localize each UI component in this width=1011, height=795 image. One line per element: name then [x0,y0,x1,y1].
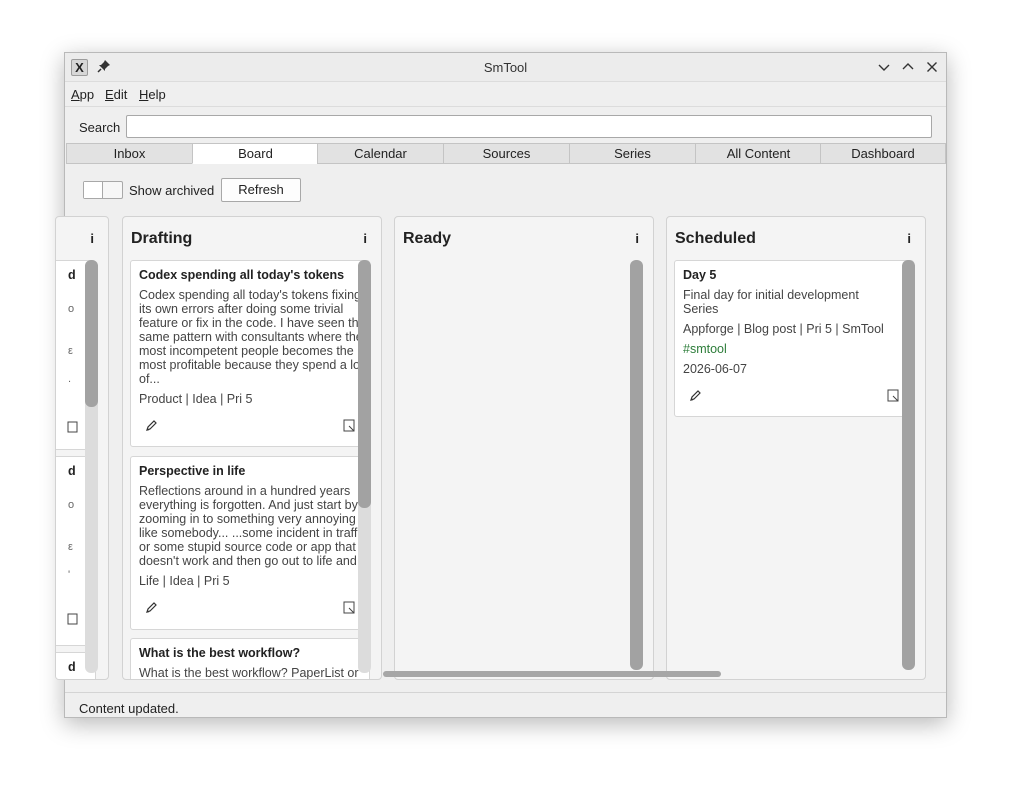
card-body-line: like somebody... ...some incident in tra… [139,526,367,540]
open-icon[interactable] [887,389,900,405]
menu-app[interactable]: App [71,87,94,102]
card-body: Final day for initial development Series [683,288,913,316]
scrollbar-thumb[interactable] [630,260,643,670]
refresh-button[interactable]: Refresh [221,178,301,202]
card-body-line: Series [683,302,719,316]
column-scheduled: Scheduled i Day 5 Final day for initial … [666,216,926,680]
scrollbar-thumb[interactable] [902,260,915,670]
card-meta: Appforge | Blog post | Pri 5 | SmTool [683,322,884,336]
column-info-icon[interactable]: i [907,231,911,246]
toggle-knob [84,182,103,198]
tab-all-content[interactable]: All Content [695,143,821,164]
search-input[interactable] [126,115,932,138]
card-title: Perspective in life [139,464,246,478]
card-body-line: of... [139,372,160,386]
card-codex-tokens[interactable]: Codex spending all today's tokens Codex … [130,260,370,447]
column-title: Ready [403,230,452,247]
card-body-line: What is the best workflow? PaperList or [139,666,359,680]
show-archived-label: Show archived [129,183,215,198]
tab-bar: Inbox Board Calendar Sources Series All … [66,143,946,164]
card-title: Codex spending all today's tokens [139,268,345,282]
card-text-fragment: ε [68,541,73,553]
board-horizontal-scrollbar[interactable] [383,671,721,677]
tab-series[interactable]: Series [569,143,695,164]
card-title: Day 5 [683,268,717,282]
menu-edit-mnemonic: E [105,87,114,102]
column-partial: i d o ε . d o ε ' d [55,216,109,680]
edit-pencil-icon[interactable] [689,389,702,405]
show-archived-toggle[interactable] [83,181,123,199]
card-body: What is the best workflow? PaperList or [139,666,369,680]
maximize-button[interactable] [899,58,917,76]
card-title-fragment: d [68,268,76,282]
tab-dashboard[interactable]: Dashboard [820,143,946,164]
card-body-line: Reflections around in a hundred years [139,484,351,498]
menu-help-label: elp [148,87,166,102]
card-title-fragment: d [68,464,76,478]
scrollbar-thumb[interactable] [358,260,371,508]
status-bar: Content updated. [65,692,946,718]
column-ready: Ready i [394,216,654,680]
menu-app-mnemonic: A [71,87,80,102]
scrollbar-thumb[interactable] [85,260,98,407]
search-row: Search [65,107,946,143]
card-text-fragment: . [68,373,72,385]
tab-board[interactable]: Board [192,143,318,164]
menu-help-mnemonic: H [139,87,149,102]
card-tag[interactable]: #smtool [683,342,727,356]
column-info-icon[interactable]: i [90,231,94,246]
card-title: What is the best workflow? [139,646,301,660]
edit-pencil-icon[interactable] [145,601,158,617]
open-icon[interactable] [67,421,79,436]
card-body-line: zooming in to something very annoying [139,512,356,526]
card-body-line: everything is forgotten. And just start … [139,498,358,512]
card-text-fragment: o [68,499,75,511]
card-text-fragment: ε [68,345,73,357]
card-body-line: Final day for initial development [683,288,859,302]
card-body-line: most profitable because they spend a lot [139,358,364,372]
menu-bar: App Edit Help [65,82,946,107]
card-meta: Product | Idea | Pri 5 [139,392,253,406]
card-date: 2026-06-07 [683,362,747,376]
column-info-icon[interactable]: i [363,231,367,246]
card-body-line: Codex spending all today's tokens fixing [139,288,361,302]
card-body-line: doesn't work and then go out to life and… [139,554,368,568]
menu-app-label: pp [79,87,95,102]
column-title: Drafting [131,230,193,247]
tab-inbox[interactable]: Inbox [66,143,192,164]
column-title: Scheduled [675,230,756,247]
status-text: Content updated. [79,701,179,716]
column-info-icon[interactable]: i [635,231,639,246]
card-body-line: its own errors after doing some trivial [139,302,344,316]
app-window: X SmTool App Edit Help Search Inbox Boar… [55,52,947,718]
card-day-5[interactable]: Day 5 Final day for initial development … [674,260,914,417]
card-meta: Life | Idea | Pri 5 [139,574,230,588]
card-text-fragment: ' [68,569,71,581]
menu-edit-label: dit [113,87,128,102]
card-best-workflow[interactable]: What is the best workflow? What is the b… [130,638,370,680]
window-title: SmTool [483,60,528,75]
menu-help[interactable]: Help [139,87,166,102]
card-body-line: or some stupid source code or app that [139,540,356,554]
card-body-line: feature or fix in the code. I have seen … [139,316,366,330]
menu-edit[interactable]: Edit [105,87,127,102]
minimize-button[interactable] [875,58,893,76]
card-title-fragment: d [68,660,76,674]
card-text-fragment: o [68,303,75,315]
open-icon[interactable] [67,613,79,628]
search-label: Search [79,120,121,135]
card-body-line: same pattern with consultants where the [139,330,363,344]
card-body-line: most incompetent people becomes the [139,344,354,358]
edit-pencil-icon[interactable] [145,419,158,435]
card-body: Reflections around in a hundred years ev… [139,484,369,568]
tab-sources[interactable]: Sources [443,143,569,164]
open-icon[interactable] [343,601,356,617]
close-button[interactable] [923,58,941,76]
title-bar[interactable]: X SmTool [65,53,946,82]
column-drafting: Drafting i Codex spending all today's to… [122,216,382,680]
tab-calendar[interactable]: Calendar [317,143,443,164]
open-icon[interactable] [343,419,356,435]
card-perspective-life[interactable]: Perspective in life Reflections around i… [130,456,370,630]
card-body: Codex spending all today's tokens fixing… [139,288,369,386]
